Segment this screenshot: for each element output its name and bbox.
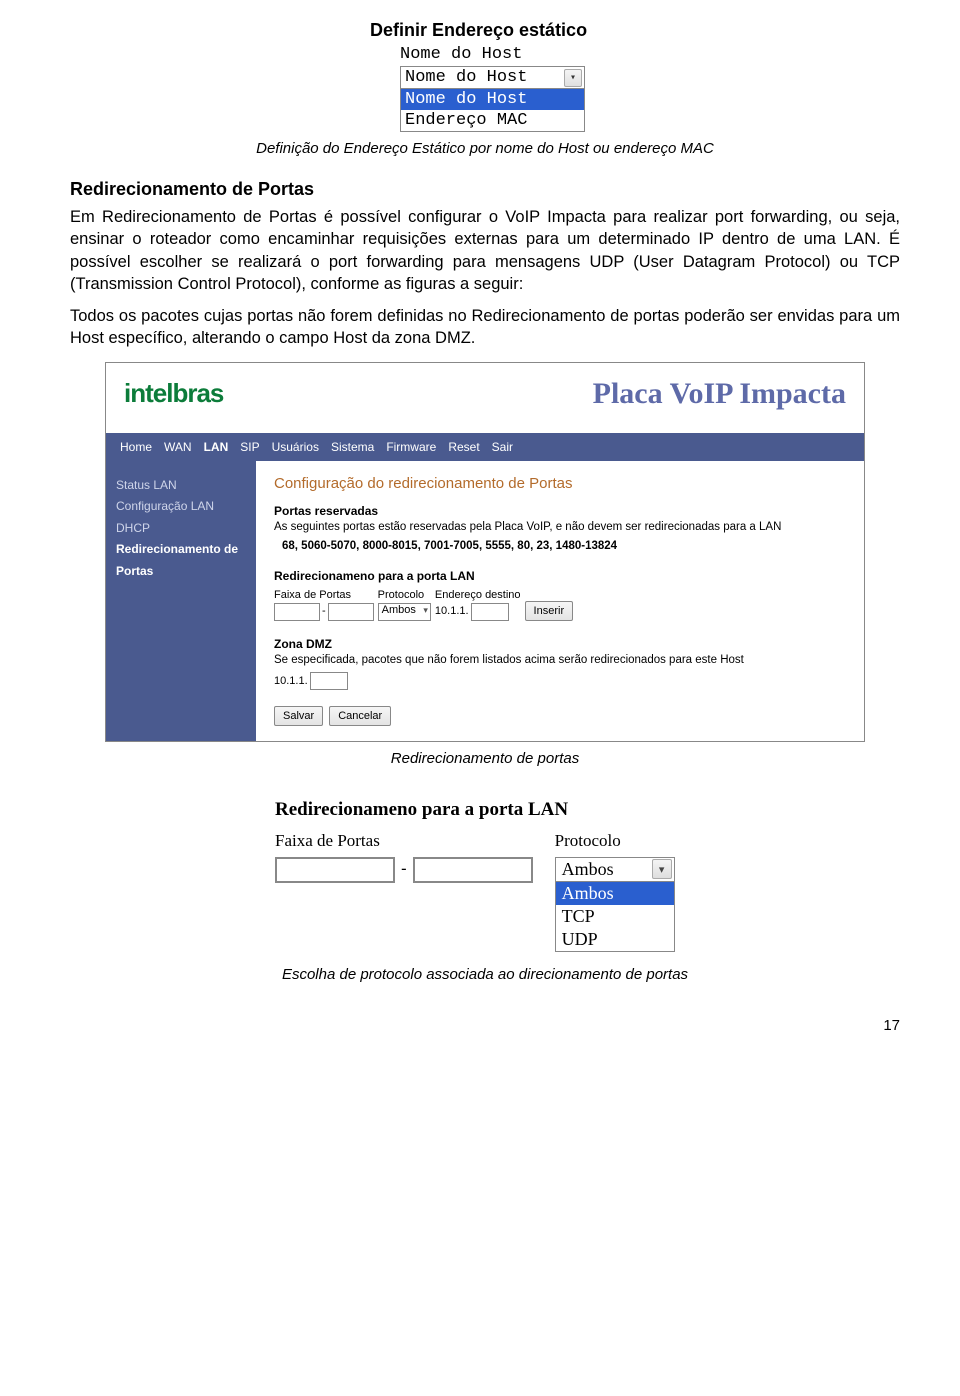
sidebar-item[interactable]: DHCP [116, 518, 246, 540]
webui-menubar: Home WAN LAN SIP Usuários Sistema Firmwa… [106, 433, 864, 461]
dest-prefix: 10.1.1. [435, 605, 469, 617]
menu-item[interactable]: Sair [492, 440, 513, 454]
host-label: Nome do Host [400, 45, 600, 64]
figure-caption: Redirecionamento de portas [70, 750, 900, 767]
dropdown-option[interactable]: Ambos [556, 882, 674, 905]
dropdown-option[interactable]: UDP [556, 928, 674, 951]
figure-caption: Definição do Endereço Estático por nome … [70, 140, 900, 157]
port-to-input[interactable] [328, 603, 374, 621]
figure-static-address: Definir Endereço estático Nome do Host N… [370, 20, 600, 132]
dropdown-option[interactable]: Endereço MAC [401, 110, 584, 131]
dropdown-option[interactable]: TCP [556, 905, 674, 928]
dropdown-selected-value: Ambos [562, 859, 614, 880]
figure-protocol: Redirecionameno para a porta LAN Faixa d… [275, 799, 695, 952]
dropdown-option[interactable]: Nome do Host [401, 89, 584, 110]
page-number: 17 [70, 1017, 900, 1034]
menu-item[interactable]: LAN [204, 440, 229, 454]
lan-redirect-label: Redirecionameno para a porta LAN [274, 569, 846, 583]
webui-screenshot: intelbras Placa VoIP Impacta Home WAN LA… [105, 362, 865, 742]
port-from-input[interactable] [275, 857, 395, 883]
dmz-ip-input[interactable] [310, 672, 348, 690]
figure-title: Definir Endereço estático [370, 20, 600, 41]
figure-caption: Escolha de protocolo associada ao direci… [70, 966, 900, 983]
protocol-select[interactable]: Ambos [378, 603, 431, 621]
col-faixa-label: Faixa de Portas [274, 589, 374, 601]
reserved-ports-label: Portas reservadas [274, 504, 846, 518]
cancel-button[interactable]: Cancelar [329, 706, 391, 726]
menu-item[interactable]: Home [120, 440, 152, 454]
section-heading: Redirecionamento de Portas [70, 179, 900, 200]
menu-item[interactable]: Usuários [272, 440, 319, 454]
dmz-label: Zona DMZ [274, 637, 846, 651]
col-proto-label: Protocolo [378, 589, 431, 601]
reserved-ports-list: 68, 5060-5070, 8000-8015, 7001-7005, 555… [282, 539, 846, 555]
dropdown-selected-value: Nome do Host [405, 68, 527, 87]
dash: - [322, 605, 326, 617]
port-forward-row: Faixa de Portas - Protocolo Ambos Endere… [274, 589, 846, 621]
dmz-desc: Se especificada, pacotes que não forem l… [274, 653, 846, 669]
menu-item[interactable]: Reset [448, 440, 479, 454]
dash: - [401, 859, 407, 879]
sidebar-item[interactable]: Status LAN [116, 475, 246, 497]
insert-button[interactable]: Inserir [525, 601, 574, 621]
sidebar-item[interactable]: Redirecionamento de Portas [116, 539, 246, 582]
body-paragraph: Todos os pacotes cujas portas não forem … [70, 305, 900, 350]
brand-logo: intelbras [124, 378, 223, 409]
menu-item[interactable]: Sistema [331, 440, 374, 454]
protocol-dropdown[interactable]: Ambos ▾ Ambos TCP UDP [555, 857, 675, 952]
port-to-input[interactable] [413, 857, 533, 883]
col-dest-label: Endereço destino [435, 589, 521, 601]
chevron-down-icon: ▾ [652, 859, 672, 879]
page-title: Placa VoIP Impacta [593, 377, 846, 411]
figure-title: Redirecionameno para a porta LAN [275, 799, 695, 821]
col-faixa-label: Faixa de Portas [275, 831, 533, 851]
port-from-input[interactable] [274, 603, 320, 621]
main-title: Configuração do redirecionamento de Port… [274, 475, 846, 492]
dmz-prefix: 10.1.1. [274, 675, 308, 687]
host-dropdown[interactable]: Nome do Host ▾ Nome do Host Endereço MAC [400, 66, 585, 132]
webui-sidebar: Status LAN Configuração LAN DHCP Redirec… [106, 461, 256, 741]
body-paragraph: Em Redirecionamento de Portas é possível… [70, 206, 900, 295]
menu-item[interactable]: SIP [240, 440, 259, 454]
webui-header: intelbras Placa VoIP Impacta [106, 363, 864, 433]
menu-item[interactable]: WAN [164, 440, 192, 454]
reserved-ports-desc: As seguintes portas estão reservadas pel… [274, 520, 846, 536]
col-proto-label: Protocolo [555, 831, 675, 851]
dest-ip-input[interactable] [471, 603, 509, 621]
webui-main: Configuração do redirecionamento de Port… [256, 461, 864, 741]
save-button[interactable]: Salvar [274, 706, 323, 726]
menu-item[interactable]: Firmware [386, 440, 436, 454]
chevron-down-icon: ▾ [564, 69, 582, 87]
sidebar-item[interactable]: Configuração LAN [116, 496, 246, 518]
